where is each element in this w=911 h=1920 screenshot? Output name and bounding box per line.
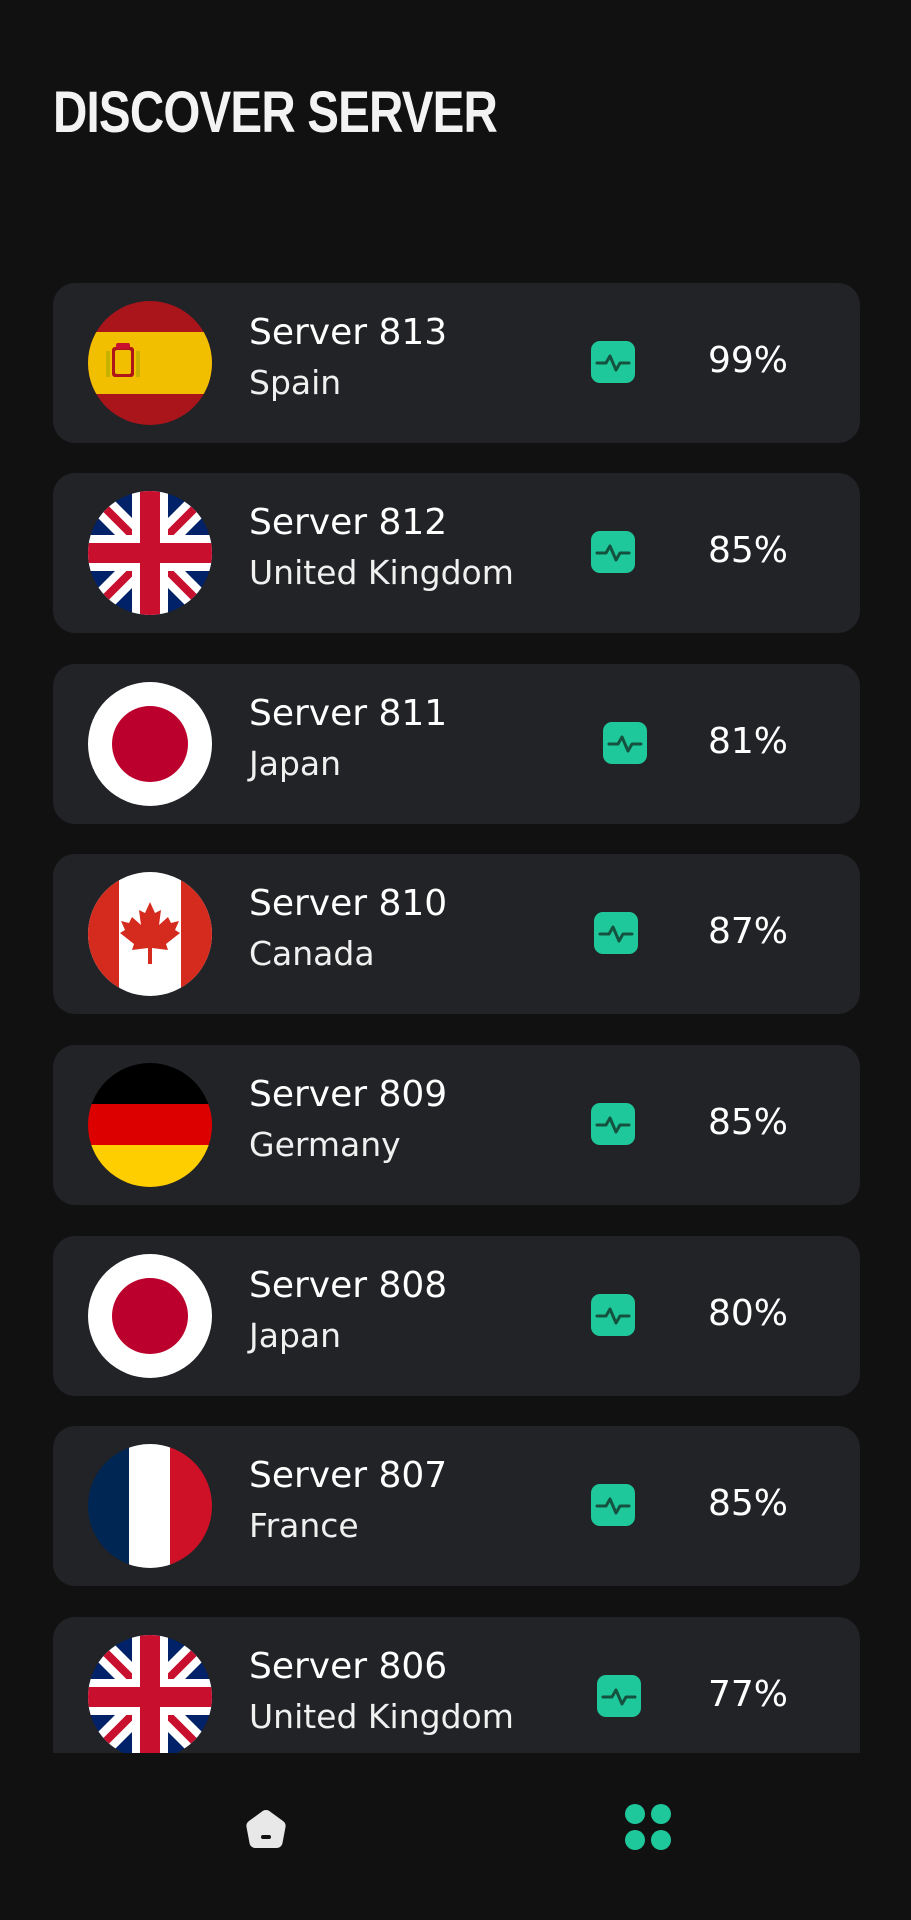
- server-card[interactable]: Server 813 Spain 99%: [53, 283, 860, 443]
- home-icon[interactable]: [241, 1805, 291, 1855]
- spain-flag-icon: [88, 301, 212, 425]
- japan-flag-icon: [88, 682, 212, 806]
- signal-activity-icon: [591, 341, 635, 383]
- server-country: Germany: [249, 1125, 401, 1164]
- server-load: 85%: [707, 1102, 788, 1143]
- server-card[interactable]: Server 807 France 85%: [53, 1426, 860, 1586]
- server-country: Japan: [249, 1316, 342, 1355]
- canada-flag-icon: [88, 872, 212, 996]
- server-load: 81%: [707, 721, 788, 762]
- server-load: 87%: [707, 911, 788, 952]
- server-card[interactable]: Server 806 United Kingdom 77%: [53, 1617, 860, 1753]
- signal-activity-icon: [591, 1484, 635, 1526]
- signal-activity-icon: [597, 1675, 641, 1717]
- server-country: Japan: [249, 744, 342, 783]
- server-name: Server 808: [249, 1265, 448, 1306]
- germany-flag-icon: [88, 1063, 212, 1187]
- server-name: Server 810: [249, 883, 448, 924]
- server-load: 80%: [707, 1293, 788, 1334]
- signal-activity-icon: [591, 1103, 635, 1145]
- server-name: Server 806: [249, 1646, 448, 1687]
- server-card[interactable]: Server 812 United Kingdom 85%: [53, 473, 860, 633]
- signal-activity-icon: [594, 912, 638, 954]
- server-name: Server 812: [249, 502, 448, 543]
- page-title: DISCOVER SERVER: [53, 80, 498, 145]
- uk-flag-icon: [88, 1635, 212, 1753]
- signal-activity-icon: [591, 1294, 635, 1336]
- signal-activity-icon: [591, 531, 635, 573]
- server-country: Canada: [249, 934, 375, 973]
- app-screen: DISCOVER SERVER Server 813 Spain 99% Ser…: [0, 0, 911, 1920]
- signal-activity-icon: [603, 722, 647, 764]
- uk-flag-icon: [88, 491, 212, 615]
- server-name: Server 813: [249, 312, 448, 353]
- server-load: 85%: [707, 1483, 788, 1524]
- france-flag-icon: [88, 1444, 212, 1568]
- server-name: Server 807: [249, 1455, 448, 1496]
- server-country: Spain: [249, 363, 342, 402]
- japan-flag-icon: [88, 1254, 212, 1378]
- server-card[interactable]: Server 809 Germany 85%: [53, 1045, 860, 1205]
- apps-grid-icon[interactable]: [623, 1802, 673, 1852]
- server-load: 77%: [707, 1674, 788, 1715]
- server-card[interactable]: Server 808 Japan 80%: [53, 1236, 860, 1396]
- server-card[interactable]: Server 811 Japan 81%: [53, 664, 860, 824]
- server-country: United Kingdom: [249, 553, 514, 592]
- server-load: 99%: [707, 340, 788, 381]
- server-card[interactable]: Server 810 Canada 87%: [53, 854, 860, 1014]
- server-name: Server 809: [249, 1074, 448, 1115]
- server-name: Server 811: [249, 693, 448, 734]
- server-country: France: [249, 1506, 359, 1545]
- server-country: United Kingdom: [249, 1697, 514, 1736]
- server-list[interactable]: Server 813 Spain 99% Server 812 United K…: [53, 283, 860, 1753]
- server-load: 85%: [707, 530, 788, 571]
- bottom-nav: [0, 1753, 911, 1920]
